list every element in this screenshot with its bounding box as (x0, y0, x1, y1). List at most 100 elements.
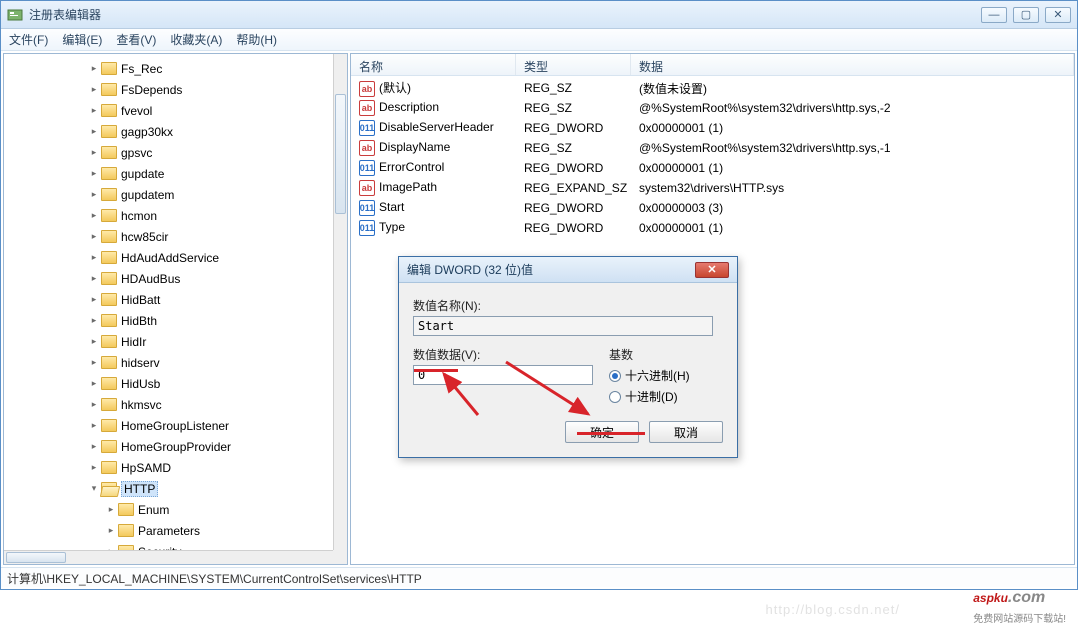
tree-item[interactable]: ▸gpsvc (4, 142, 333, 163)
col-header-name[interactable]: 名称 (351, 54, 516, 75)
list-row[interactable]: abImagePathREG_EXPAND_SZsystem32\drivers… (351, 178, 1074, 198)
tree-item[interactable]: ▸gupdatem (4, 184, 333, 205)
expand-icon[interactable]: ▸ (89, 316, 99, 326)
collapse-icon[interactable]: ▾ (89, 484, 99, 494)
tree-item[interactable]: ▸Parameters (4, 520, 333, 541)
cancel-button[interactable]: 取消 (649, 421, 723, 443)
tree-item[interactable]: ▸HidBth (4, 310, 333, 331)
tree-item[interactable]: ▸Security (4, 541, 333, 550)
list-row[interactable]: 011DisableServerHeaderREG_DWORD0x0000000… (351, 118, 1074, 138)
list-row[interactable]: 011TypeREG_DWORD0x00000001 (1) (351, 218, 1074, 238)
expand-icon[interactable]: ▸ (89, 442, 99, 452)
tree-item[interactable]: ▸HomeGroupListener (4, 415, 333, 436)
expand-icon[interactable]: ▸ (89, 85, 99, 95)
app-icon (7, 7, 23, 23)
dialog-titlebar[interactable]: 编辑 DWORD (32 位)值 ✕ (399, 257, 737, 283)
menu-help[interactable]: 帮助(H) (236, 31, 277, 48)
expand-icon[interactable]: ▸ (89, 337, 99, 347)
tree-item[interactable]: ▸HidIr (4, 331, 333, 352)
value-name: ErrorControl (379, 160, 444, 174)
window-title: 注册表编辑器 (29, 6, 981, 23)
tree-scroll[interactable]: ▸Fs_Rec▸FsDepends▸fvevol▸gagp30kx▸gpsvc▸… (4, 54, 333, 550)
col-header-type[interactable]: 类型 (516, 54, 631, 75)
expand-icon[interactable]: ▸ (89, 190, 99, 200)
dialog-close-button[interactable]: ✕ (695, 262, 729, 278)
dialog-title: 编辑 DWORD (32 位)值 (407, 261, 695, 278)
tree-item[interactable]: ▸HDAudBus (4, 268, 333, 289)
radio-hex-label: 十六进制(H) (625, 367, 690, 384)
tree-item[interactable]: ▸gagp30kx (4, 121, 333, 142)
radio-dec-row[interactable]: 十进制(D) (609, 388, 690, 405)
expand-icon[interactable]: ▸ (89, 379, 99, 389)
list-row[interactable]: 011StartREG_DWORD0x00000003 (3) (351, 198, 1074, 218)
expand-icon[interactable]: ▸ (89, 169, 99, 179)
expand-icon[interactable]: ▸ (89, 421, 99, 431)
menu-file[interactable]: 文件(F) (9, 31, 48, 48)
dword-value-icon: 011 (359, 160, 375, 176)
value-data: system32\drivers\HTTP.sys (631, 181, 1074, 195)
tree-vscrollbar[interactable] (333, 54, 347, 550)
radio-hex[interactable] (609, 370, 621, 382)
tree-item[interactable]: ▸ HpSAMD (4, 457, 333, 478)
radio-dec[interactable] (609, 391, 621, 403)
tree-item[interactable]: ▸ FsDepends (4, 79, 333, 100)
radio-hex-row[interactable]: 十六进制(H) (609, 367, 690, 384)
tree-item[interactable]: ▸hkmsvc (4, 394, 333, 415)
tree-item[interactable]: ▸Enum (4, 499, 333, 520)
tree-item[interactable]: ▸hidserv (4, 352, 333, 373)
tree-item[interactable]: ▸HidBatt (4, 289, 333, 310)
menu-edit[interactable]: 编辑(E) (62, 31, 102, 48)
list-body[interactable]: ab(默认)REG_SZ(数值未设置)abDescriptionREG_SZ@%… (351, 76, 1074, 240)
tree-item[interactable]: ▾HTTP (4, 478, 333, 499)
titlebar[interactable]: 注册表编辑器 — ▢ ✕ (1, 1, 1077, 29)
tree-item[interactable]: ▸Fs_Rec (4, 58, 333, 79)
scrollbar-thumb[interactable] (335, 94, 346, 214)
expand-icon[interactable]: ▸ (89, 127, 99, 137)
tree-item[interactable]: ▸ fvevol (4, 100, 333, 121)
expand-icon[interactable]: ▸ (89, 148, 99, 158)
list-row[interactable]: abDescriptionREG_SZ@%SystemRoot%\system3… (351, 98, 1074, 118)
tree-item[interactable]: ▸HdAudAddService (4, 247, 333, 268)
list-row[interactable]: abDisplayNameREG_SZ@%SystemRoot%\system3… (351, 138, 1074, 158)
expand-icon[interactable]: ▸ (89, 64, 99, 74)
value-type: REG_DWORD (516, 221, 631, 235)
maximize-button[interactable]: ▢ (1013, 7, 1039, 23)
expand-icon[interactable]: ▸ (89, 358, 99, 368)
tree-item-label: fvevol (121, 104, 152, 118)
expand-icon[interactable]: ▸ (89, 106, 99, 116)
expand-icon[interactable]: ▸ (89, 274, 99, 284)
dword-value-icon: 011 (359, 120, 375, 136)
list-row[interactable]: 011ErrorControlREG_DWORD0x00000001 (1) (351, 158, 1074, 178)
tree-item-label: HpSAMD (121, 461, 171, 475)
tree-hscrollbar[interactable] (4, 550, 333, 564)
expand-icon[interactable]: ▸ (106, 505, 116, 515)
tree-item[interactable]: ▸hcmon (4, 205, 333, 226)
menu-favorites[interactable]: 收藏夹(A) (170, 31, 222, 48)
tree-item[interactable]: ▸HomeGroupProvider (4, 436, 333, 457)
folder-icon (101, 335, 117, 348)
tree-item-label: FsDepends (121, 83, 182, 97)
minimize-button[interactable]: — (981, 7, 1007, 23)
tree-item[interactable]: ▸hcw85cir (4, 226, 333, 247)
folder-icon (101, 482, 117, 495)
dword-value-icon: 011 (359, 200, 375, 216)
expand-icon[interactable]: ▸ (106, 526, 116, 536)
value-name-input (413, 316, 713, 336)
value-type: REG_SZ (516, 141, 631, 155)
value-type: REG_SZ (516, 101, 631, 115)
expand-icon[interactable]: ▸ (89, 253, 99, 263)
value-name: Start (379, 200, 404, 214)
close-button[interactable]: ✕ (1045, 7, 1071, 23)
expand-icon[interactable]: ▸ (89, 295, 99, 305)
tree-item[interactable]: ▸gupdate (4, 163, 333, 184)
expand-icon[interactable]: ▸ (89, 211, 99, 221)
expand-icon[interactable]: ▸ (89, 232, 99, 242)
list-row[interactable]: ab(默认)REG_SZ(数值未设置) (351, 78, 1074, 98)
expand-icon[interactable]: ▸ (89, 400, 99, 410)
col-header-data[interactable]: 数据 (631, 54, 1074, 75)
tree-item[interactable]: ▸HidUsb (4, 373, 333, 394)
menu-view[interactable]: 查看(V) (116, 31, 156, 48)
scrollbar-thumb[interactable] (6, 552, 66, 563)
expand-icon[interactable]: ▸ (89, 463, 99, 473)
value-data: (数值未设置) (631, 80, 1074, 97)
